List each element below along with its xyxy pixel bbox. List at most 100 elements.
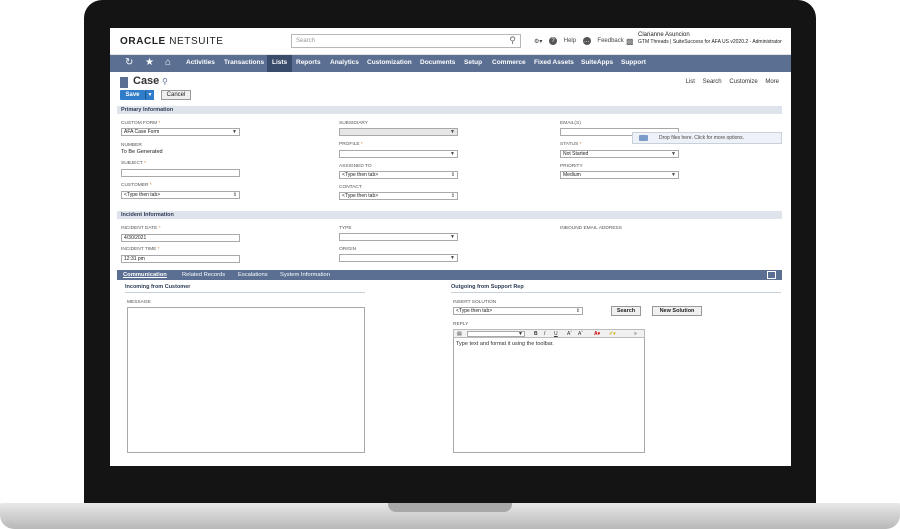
feedback-link[interactable]: Feedback xyxy=(597,38,623,44)
profile-select[interactable]: ▼ xyxy=(339,150,458,158)
number-value: To Be Generated xyxy=(121,149,163,155)
global-search-input[interactable]: Search ⚲ xyxy=(291,34,521,48)
help-link[interactable]: Help xyxy=(564,38,576,44)
nav-fixed-assets[interactable]: Fixed Assets xyxy=(534,59,574,66)
top-actions: ⚙▾ ? Help … Feedback xyxy=(534,37,629,45)
type-select[interactable]: ▼ xyxy=(339,233,458,241)
type-label: TYPE xyxy=(339,226,352,231)
feedback-icon[interactable]: … xyxy=(582,37,591,45)
origin-label: ORIGIN xyxy=(339,247,357,252)
cancel-button[interactable]: Cancel xyxy=(161,90,191,100)
subsidiary-label: SUBSIDIARY xyxy=(339,121,368,126)
tab-related-records[interactable]: Related Records xyxy=(182,272,225,278)
message-label: MESSAGE xyxy=(127,300,151,305)
tab-escalations[interactable]: Escalations xyxy=(238,272,268,278)
logo-netsuite: NETSUITE xyxy=(169,36,224,47)
logo[interactable]: ORACLE NETSUITE xyxy=(120,36,223,47)
contact-label: CONTACT xyxy=(339,185,362,190)
user-name: Clarianne Asuncion xyxy=(638,32,690,38)
primary-info-header[interactable]: Primary Information xyxy=(117,106,782,114)
outgoing-title: Outgoing from Support Rep xyxy=(451,284,524,290)
collapse-tabs-icon[interactable] xyxy=(767,271,776,279)
customer-input[interactable]: <Type then tab> ⇕ xyxy=(121,191,240,199)
subject-input[interactable] xyxy=(121,169,240,177)
file-dropzone[interactable]: Drop files here. Click for more options. xyxy=(632,132,782,144)
font-select[interactable] xyxy=(467,331,525,337)
link-customize[interactable]: Customize xyxy=(729,79,757,85)
chevron-down-icon: ▼ xyxy=(450,255,455,261)
home-icon[interactable]: ⌂ xyxy=(165,57,171,68)
customer-label: CUSTOMER * xyxy=(121,183,152,188)
nav-transactions[interactable]: Transactions xyxy=(224,59,264,66)
assigned-to-label: ASSIGNED TO xyxy=(339,164,372,169)
subsidiary-select: ▼ xyxy=(339,128,458,136)
font-size-decrease-icon[interactable]: Aˇ xyxy=(578,331,583,337)
incident-time-input[interactable]: 12:31 pm xyxy=(121,255,240,263)
incident-info-header[interactable]: Incident Information xyxy=(117,211,782,219)
text-color-icon[interactable]: A▾ xyxy=(594,331,600,337)
search-icon[interactable]: ⚲ xyxy=(509,36,516,45)
nav-support[interactable]: Support xyxy=(621,59,646,66)
chevron-down-icon: ▼ xyxy=(671,172,676,178)
custom-form-select[interactable]: AFA Case Form ▼ xyxy=(121,128,240,136)
star-icon[interactable]: ★ xyxy=(145,57,154,68)
tab-system-information[interactable]: System Information xyxy=(280,272,330,278)
font-size-increase-icon[interactable]: Aˆ xyxy=(567,331,572,337)
incident-date-input[interactable]: 4/30/2021 xyxy=(121,234,240,242)
search-placeholder: Search xyxy=(296,38,316,44)
nav-reports[interactable]: Reports xyxy=(296,59,321,66)
priority-select[interactable]: Medium ▼ xyxy=(560,171,679,179)
status-select[interactable]: Not Started ▼ xyxy=(560,150,679,158)
user-icon[interactable]: ▩ xyxy=(626,37,634,46)
title-search-icon[interactable]: ⚲ xyxy=(162,77,168,86)
underline-icon[interactable]: U xyxy=(554,331,558,337)
insert-solution-input[interactable]: <Type then tab> ⇕ xyxy=(453,307,583,315)
save-button[interactable]: Save xyxy=(120,90,145,100)
recent-icon[interactable]: ↻ xyxy=(125,57,133,68)
link-more[interactable]: More xyxy=(765,79,779,85)
folder-icon xyxy=(639,135,648,141)
app-screen: ORACLE NETSUITE Search ⚲ ⚙▾ ? Help … Fee… xyxy=(110,28,791,466)
recent-records-icon[interactable]: ⚙▾ xyxy=(534,38,542,45)
link-search[interactable]: Search xyxy=(703,79,722,85)
nav-lists[interactable]: Lists xyxy=(267,55,293,72)
laptop-notch xyxy=(388,503,512,512)
more-options-icon[interactable]: » xyxy=(634,331,637,337)
format-icon[interactable]: ▤ xyxy=(457,331,462,337)
assigned-to-input[interactable]: <Type then tab> ⇕ xyxy=(339,171,458,179)
subject-label: SUBJECT * xyxy=(121,161,146,166)
page-title: Case xyxy=(133,75,160,87)
status-label: STATUS * xyxy=(560,142,582,147)
new-solution-button[interactable]: New Solution xyxy=(652,306,702,316)
contact-input[interactable]: <Type then tab> ⇕ xyxy=(339,192,458,200)
save-options-button[interactable]: ▼ xyxy=(145,90,154,100)
tab-communication[interactable]: Communication xyxy=(123,272,167,278)
profile-label: PROFILE * xyxy=(339,142,363,147)
top-bar: ORACLE NETSUITE Search ⚲ ⚙▾ ? Help … Fee… xyxy=(110,28,791,55)
reply-editor[interactable]: Type text and format it using the toolba… xyxy=(453,338,645,453)
chevron-down-icon: ▼ xyxy=(450,234,455,240)
incoming-title: Incoming from Customer xyxy=(125,284,191,290)
main-nav: ↻ ★ ⌂ Activities Transactions Lists Repo… xyxy=(110,55,791,72)
nav-documents[interactable]: Documents xyxy=(420,59,455,66)
message-textarea[interactable] xyxy=(127,307,365,453)
italic-icon[interactable]: I xyxy=(544,331,545,337)
nav-setup[interactable]: Setup xyxy=(464,59,482,66)
chevron-down-icon[interactable]: ▼ xyxy=(518,331,523,337)
user-menu[interactable]: Clarianne Asuncion GTM Threads | SuiteSu… xyxy=(638,32,782,46)
nav-analytics[interactable]: Analytics xyxy=(330,59,359,66)
origin-select[interactable]: ▼ xyxy=(339,254,458,262)
search-solution-button[interactable]: Search xyxy=(611,306,641,316)
nav-activities[interactable]: Activities xyxy=(186,59,215,66)
incident-time-label: INCIDENT TIME * xyxy=(121,247,160,252)
chevron-down-icon: ▼ xyxy=(450,129,455,135)
nav-commerce[interactable]: Commerce xyxy=(492,59,526,66)
nav-customization[interactable]: Customization xyxy=(367,59,412,66)
help-icon[interactable]: ? xyxy=(549,37,558,45)
priority-label: PRIORITY xyxy=(560,164,583,169)
link-list[interactable]: List xyxy=(686,79,695,85)
reply-placeholder: Type text and format it using the toolba… xyxy=(456,341,554,347)
nav-suiteapps[interactable]: SuiteApps xyxy=(581,59,613,66)
bold-icon[interactable]: B xyxy=(534,331,538,337)
highlight-icon[interactable]: ✐▾ xyxy=(609,331,616,337)
